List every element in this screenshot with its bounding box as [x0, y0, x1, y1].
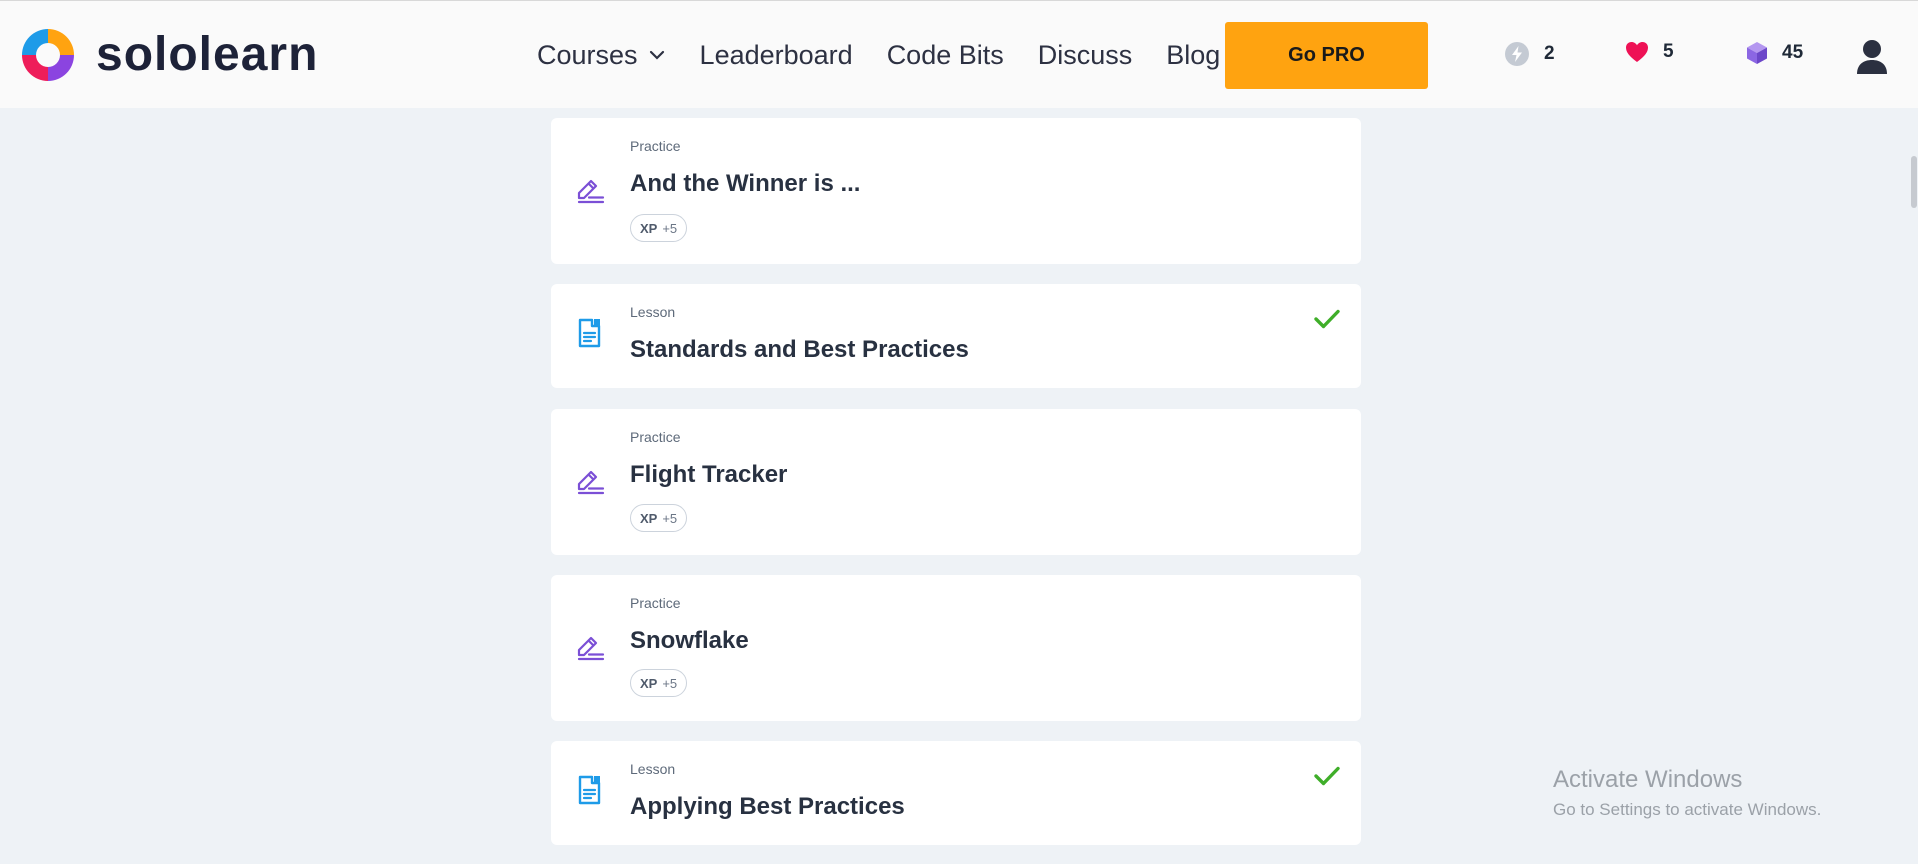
- user-avatar-icon[interactable]: [1856, 39, 1888, 75]
- top-navigation-bar: sololearn Courses Leaderboard Code Bits …: [0, 0, 1918, 108]
- nav-leaderboard[interactable]: Leaderboard: [700, 37, 853, 73]
- nav-courses[interactable]: Courses: [537, 37, 666, 73]
- xp-label: XP: [640, 675, 658, 691]
- nav-discuss[interactable]: Discuss: [1038, 37, 1133, 73]
- pencil-lines-icon: [577, 179, 605, 204]
- hearts-counter[interactable]: 5: [1625, 41, 1674, 63]
- go-pro-button[interactable]: Go PRO: [1225, 22, 1428, 89]
- activate-windows-title: Activate Windows: [1553, 766, 1743, 793]
- item-title: Flight Tracker: [630, 461, 788, 488]
- gems-count: 45: [1782, 42, 1804, 63]
- sololearn-logo-icon: [22, 29, 74, 81]
- heart-icon: [1626, 42, 1648, 62]
- xp-value: +5: [662, 510, 678, 526]
- list-item[interactable]: Lesson Applying Best Practices: [551, 741, 1361, 845]
- gems-counter[interactable]: 45: [1746, 41, 1803, 65]
- item-title: Standards and Best Practices: [630, 336, 969, 363]
- xp-badge: XP +5: [630, 504, 688, 532]
- gem-icon: [1747, 42, 1767, 64]
- list-item[interactable]: Practice And the Winner is ... XP +5: [551, 118, 1361, 264]
- streak-count: 2: [1544, 43, 1555, 64]
- sololearn-logo[interactable]: sololearn: [18, 25, 318, 85]
- document-icon: [578, 318, 601, 348]
- lightning-icon: [1505, 42, 1529, 66]
- streak-counter[interactable]: 2: [1504, 41, 1555, 67]
- nav-code-bits[interactable]: Code Bits: [887, 37, 1004, 73]
- brand-name: sololearn: [96, 28, 319, 81]
- item-type: Practice: [630, 595, 681, 611]
- item-type: Practice: [630, 138, 681, 154]
- main-nav: Courses Leaderboard Code Bits Discuss Bl…: [537, 37, 1254, 73]
- list-item[interactable]: Practice Snowflake XP +5: [551, 575, 1361, 721]
- xp-value: +5: [662, 675, 678, 691]
- nav-courses-label: Courses: [537, 40, 638, 70]
- item-title: Snowflake: [630, 627, 749, 654]
- list-item[interactable]: Practice Flight Tracker XP +5: [551, 409, 1361, 555]
- activate-windows-subtitle: Go to Settings to activate Windows.: [1553, 800, 1822, 819]
- item-type: Lesson: [630, 761, 676, 777]
- nav-blog[interactable]: Blog: [1166, 37, 1220, 73]
- xp-badge: XP +5: [630, 669, 688, 697]
- item-title: And the Winner is ...: [630, 170, 861, 197]
- list-item[interactable]: Lesson Standards and Best Practices: [551, 284, 1361, 388]
- hearts-count: 5: [1663, 41, 1674, 62]
- item-type: Lesson: [630, 304, 676, 320]
- pencil-lines-icon: [577, 470, 605, 495]
- xp-value: +5: [662, 220, 678, 236]
- scrollbar-thumb[interactable]: [1911, 156, 1917, 208]
- item-title: Applying Best Practices: [630, 793, 905, 820]
- xp-badge: XP +5: [630, 214, 688, 242]
- chevron-down-icon: [649, 50, 664, 60]
- xp-label: XP: [640, 510, 658, 526]
- checkmark-icon: [1314, 766, 1340, 786]
- document-icon: [578, 775, 601, 805]
- pencil-lines-icon: [577, 636, 605, 661]
- item-type: Practice: [630, 429, 681, 445]
- checkmark-icon: [1314, 309, 1340, 329]
- xp-label: XP: [640, 220, 658, 236]
